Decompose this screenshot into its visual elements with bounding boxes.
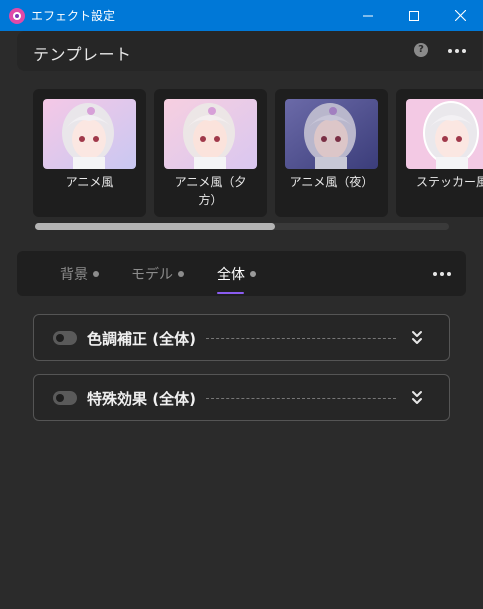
close-icon	[454, 10, 466, 21]
chevron-double-down-icon[interactable]	[410, 389, 424, 407]
maximize-button[interactable]	[391, 0, 437, 31]
window-controls	[345, 0, 483, 31]
effect-settings-panel: テンプレート ? アニメ風 アニメ風（夕 方） アニメ風（夜） ステッカー風 背…	[1, 31, 483, 608]
app-logo-icon	[9, 7, 25, 24]
tab-dot-icon	[178, 271, 184, 277]
close-button[interactable]	[437, 0, 483, 31]
template-card-label: アニメ風（夕 方）	[174, 175, 247, 207]
tab-dot-icon	[250, 271, 256, 277]
maximize-icon	[409, 10, 419, 21]
template-scrollbar-thumb[interactable]	[35, 223, 275, 230]
template-header: テンプレート ?	[17, 31, 482, 71]
template-card-anime-evening[interactable]: アニメ風（夕 方）	[154, 89, 267, 217]
template-card-label: アニメ風（夜）	[289, 175, 374, 189]
section-divider	[206, 398, 396, 399]
section-special-effects[interactable]: 特殊効果 (全体)	[33, 374, 450, 421]
template-card-list: アニメ風 アニメ風（夕 方） アニメ風（夜） ステッカー風	[33, 89, 483, 217]
tab-label: 背景	[60, 267, 88, 283]
template-card-sticker[interactable]: ステッカー風	[396, 89, 483, 217]
template-more-icon[interactable]	[448, 49, 466, 53]
template-card-label: ステッカー風	[416, 175, 483, 189]
template-card-label: アニメ風	[65, 175, 114, 189]
tab-model[interactable]: モデル	[131, 264, 184, 284]
section-label: 特殊効果 (全体)	[87, 390, 196, 408]
tab-more-icon[interactable]	[433, 272, 451, 276]
chevron-double-down-icon[interactable]	[410, 329, 424, 347]
template-thumbnail	[285, 99, 378, 169]
tab-label: 全体	[217, 267, 245, 283]
help-icon[interactable]: ?	[414, 43, 428, 57]
template-thumbnail	[406, 99, 483, 169]
title-bar: エフェクト設定	[0, 0, 483, 31]
color-correction-toggle[interactable]	[53, 331, 77, 345]
template-card-anime-night[interactable]: アニメ風（夜）	[275, 89, 388, 217]
section-divider	[206, 338, 396, 339]
tab-overall[interactable]: 全体	[217, 264, 256, 284]
template-card-anime[interactable]: アニメ風	[33, 89, 146, 217]
tab-dot-icon	[93, 271, 99, 277]
tab-background[interactable]: 背景	[60, 264, 99, 284]
tab-label: モデル	[131, 267, 173, 283]
section-label: 色調補正 (全体)	[87, 330, 196, 348]
template-thumbnail	[164, 99, 257, 169]
minimize-icon	[363, 15, 373, 16]
special-effects-toggle[interactable]	[53, 391, 77, 405]
template-thumbnail	[43, 99, 136, 169]
template-scrollbar[interactable]	[35, 223, 449, 230]
window-title: エフェクト設定	[31, 9, 116, 23]
section-color-correction[interactable]: 色調補正 (全体)	[33, 314, 450, 361]
active-tab-indicator	[217, 292, 244, 294]
minimize-button[interactable]	[345, 0, 391, 31]
category-tab-bar: 背景 モデル 全体	[17, 251, 466, 296]
template-title: テンプレート	[33, 45, 132, 64]
